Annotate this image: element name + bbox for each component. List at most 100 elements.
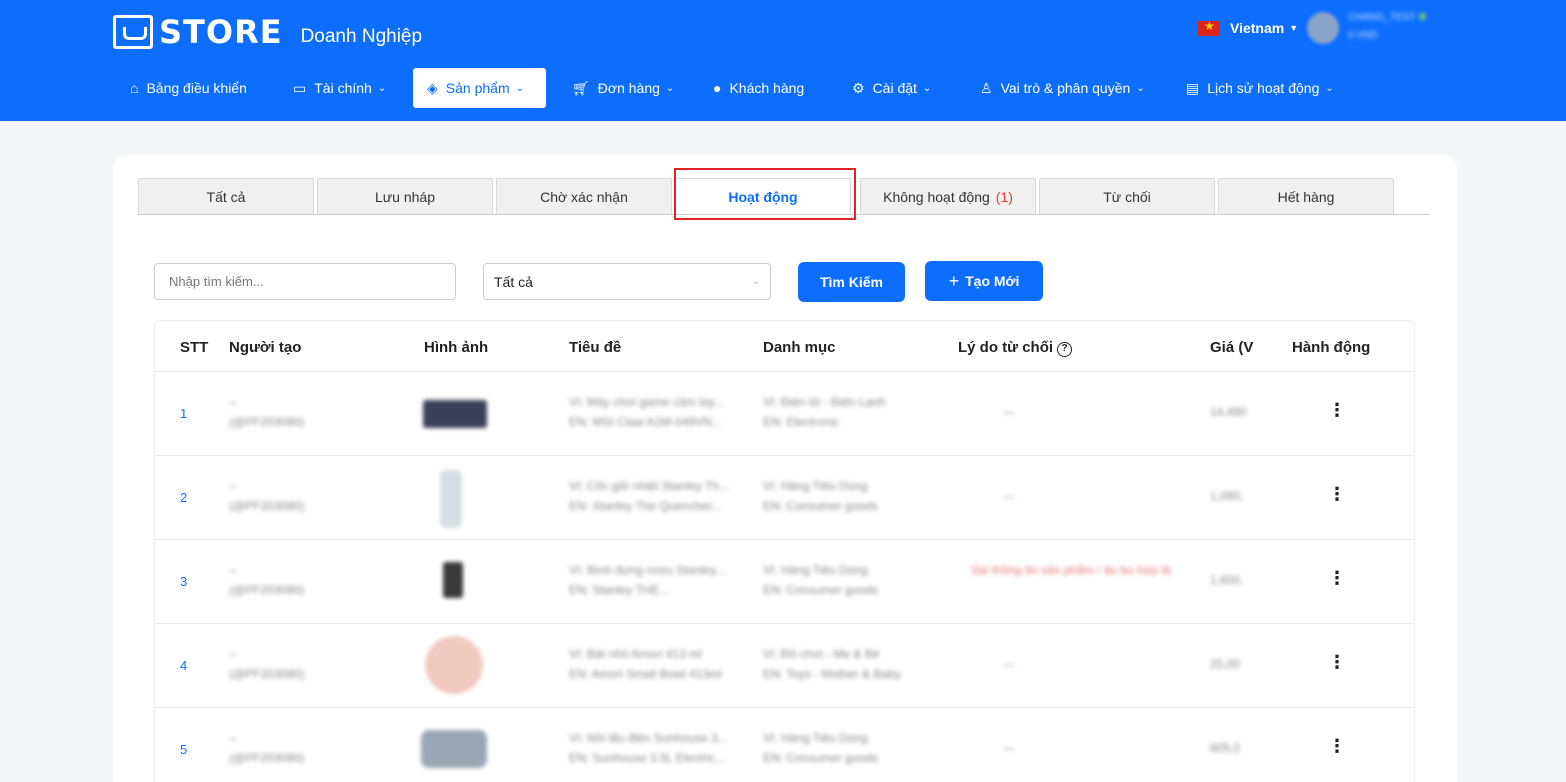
row-category: VI: Điện tử - Điện Lạnh EN: Electronic [763,395,886,429]
nav-item-customers[interactable]: ● Khách hàng [713,68,804,108]
search-input[interactable] [154,263,456,300]
nav-label: Cài đặt [872,80,917,96]
row-creator: -- (@PF203080) [229,395,305,429]
tab-rejected[interactable]: Từ chối [1039,178,1215,214]
row-title: VI: Máy chơi game cầm tay... EN: MSI Claw… [569,395,725,429]
nav-item-dashboard[interactable]: ⌂ Bảng điều khiển [130,68,247,108]
table-row[interactable]: 2 -- (@PF203080) VI: Cốc giữ nhiệt Stanle… [155,455,1414,539]
tab-inactive[interactable]: Không hoạt động (1) [860,178,1036,214]
row-reason: Sai thông tin sản phẩm / ảo bọ hợp lệ [971,563,1172,577]
more-actions-icon[interactable]: ⋮ [1328,400,1346,421]
table-row[interactable]: 5 -- (@PF203080) VI: Nồi lẩu điện Sunhous… [155,707,1414,782]
chevron-down-icon: ⌄ [751,276,760,287]
active-tab-highlight [674,168,856,220]
row-price: 1,080, [1210,489,1244,503]
cart-logo-icon [113,15,153,49]
avatar[interactable] [1307,12,1339,44]
tab-out-of-stock[interactable]: Hết hàng [1218,178,1394,214]
home-icon: ⌂ [130,80,139,96]
chevron-down-icon: ⌄ [1325,82,1334,94]
tab-pending[interactable]: Chờ xác nhận [496,178,672,214]
wallet-icon: ▭ [293,79,307,96]
row-stt[interactable]: 1 [180,406,187,421]
product-image [440,470,462,528]
table-row[interactable]: 1 -- (@PF203080) VI: Máy chơi game cầm ta… [155,371,1414,455]
nav-item-orders[interactable]: 🛒︎ Đơn hàng ⌄ [572,68,674,108]
store-logo[interactable]: STORE Doanh Nghiệp [113,14,422,50]
col-header-category: Danh mục [763,339,836,356]
nav-label: Tài chính [314,80,372,96]
nav-label: Đơn hàng [597,80,660,96]
vietnam-flag-icon [1198,19,1220,36]
status-select[interactable]: Tất cả ⌄ [483,263,771,300]
nav-item-activity-log[interactable]: ▤ Lịch sử hoạt động ⌄ [1186,68,1334,108]
more-actions-icon[interactable]: ⋮ [1328,652,1346,673]
help-icon[interactable]: ? [1057,342,1073,357]
table-row[interactable]: 3 -- (@PF203080) VI: Bình đựng rượu Stanl… [155,539,1414,623]
tab-label: Từ chối [1103,188,1151,205]
nav-item-finance[interactable]: ▭ Tài chính ⌄ [293,68,386,108]
language-selector[interactable]: Vietnam ▼ [1198,19,1298,36]
search-button[interactable]: Tìm Kiếm [798,262,905,302]
tab-label: Không hoạt động [883,188,990,205]
nav-label: Vai trò & phân quyền [1000,80,1131,96]
col-header-price: Giá (V [1210,339,1254,356]
row-stt[interactable]: 3 [180,574,187,589]
row-price: 605,0 [1210,741,1241,755]
tab-count-badge: (1) [995,188,1013,205]
product-image [423,400,487,428]
chevron-down-icon: ⌄ [665,82,675,94]
col-header-reason: Lý do từ chối? [958,339,1073,357]
row-price: 25,00 [1210,657,1241,671]
logo-subtitle: Doanh Nghiệp [300,26,423,47]
row-stt[interactable]: 5 [180,742,187,757]
tab-label: Lưu nháp [375,188,435,205]
tab-all[interactable]: Tất cả [138,178,314,214]
tab-label: Hết hàng [1277,188,1335,205]
tab-label: Tất cả [206,188,246,205]
more-actions-icon[interactable]: ⋮ [1328,736,1346,757]
row-category: VI: Hàng Tiêu Dùng EN: Consumer goods [763,731,878,765]
nav-item-products[interactable]: ◈ Sản phẩm ⌄ [413,68,546,108]
table-row[interactable]: 4 -- (@PF203080) VI: Bát nhỏ Amori 413 ml… [155,623,1414,707]
language-label: Vietnam [1230,20,1285,36]
row-title: VI: Bát nhỏ Amori 413 ml EN: Amori Small … [569,647,722,681]
row-title: VI: Bình đựng rượu Stanley... EN: Stanley… [569,563,726,597]
col-header-action: Hành động [1292,339,1371,356]
row-reason: --- [1003,489,1015,503]
create-button[interactable]: + Tạo Mới [925,261,1043,301]
row-creator: -- (@PF203080) [229,563,305,597]
row-price: 14,490 [1210,405,1246,419]
row-stt[interactable]: 4 [180,658,187,673]
col-header-creator: Người tạo [229,339,302,356]
row-stt[interactable]: 2 [180,490,187,505]
create-button-label: Tạo Mới [965,273,1020,289]
nav-label: Lịch sử hoạt động [1207,80,1320,96]
nav-label: Bảng điều khiển [146,80,247,96]
col-header-title: Tiêu đề [569,339,622,356]
more-actions-icon[interactable]: ⋮ [1328,568,1346,589]
search-button-label: Tìm Kiếm [819,274,883,290]
nav-item-settings[interactable]: ⚙ Cài đặt ⌄ [852,68,931,108]
plus-icon: + [948,270,960,291]
row-creator: -- (@PF203080) [229,647,305,681]
tab-draft[interactable]: Lưu nháp [317,178,493,214]
tab-label: Chờ xác nhận [540,188,628,205]
logo-text: STORE [159,13,283,51]
user-balance: 0 VND [1348,30,1378,41]
row-reason: --- [1003,657,1015,671]
select-value: Tất cả [494,273,533,290]
user-name[interactable]: CHANG_TEST [1348,12,1427,23]
col-header-image: Hình ảnh [424,339,489,356]
nav-item-roles[interactable]: ♙ Vai trò & phân quyền ⌄ [980,68,1145,108]
top-header: STORE Doanh Nghiệp Vietnam ▼ CHANG_TEST … [0,0,1566,121]
more-actions-icon[interactable]: ⋮ [1328,484,1346,505]
chevron-down-icon: ⌄ [515,82,524,94]
clipboard-icon: ▤ [1186,79,1200,96]
cart-icon: 🛒︎ [572,79,590,96]
products-table: STT Người tạo Hình ảnh Tiêu đề Danh mục … [154,320,1415,782]
product-image [421,730,487,768]
row-reason: --- [1003,741,1015,755]
row-title: VI: Cốc giữ nhiệt Stanley Th... EN: Stanl… [569,479,729,513]
nav-label: Sản phẩm [445,80,510,96]
